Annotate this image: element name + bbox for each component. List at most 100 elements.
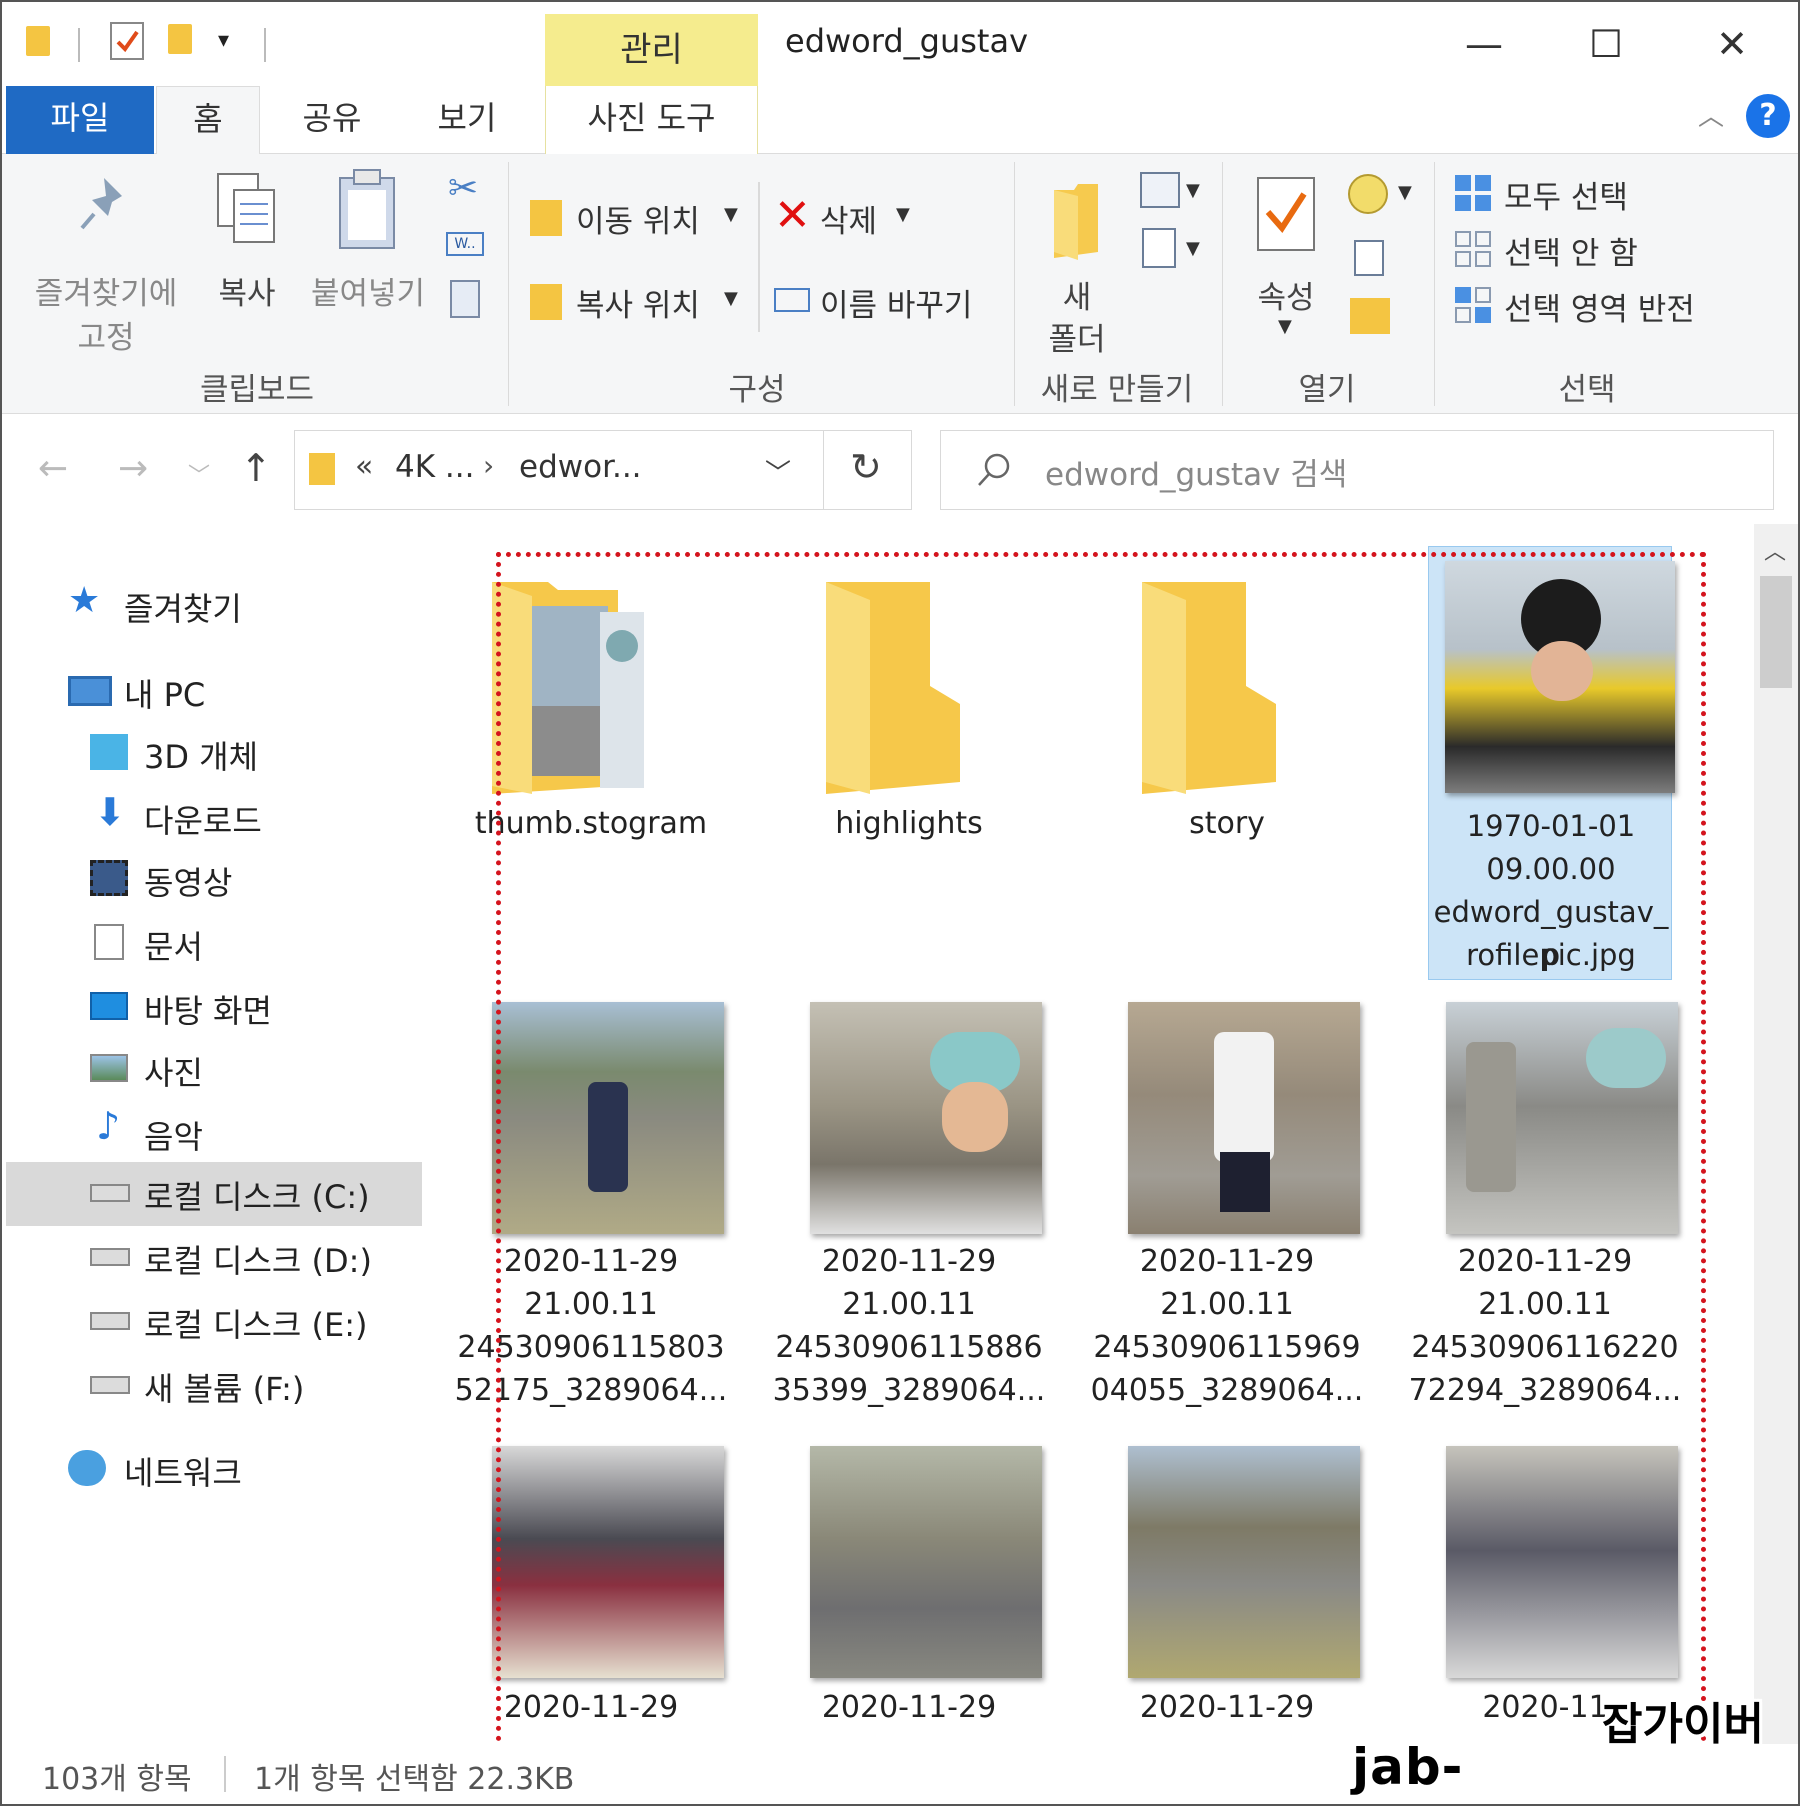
- nav-local-disk-c[interactable]: 로컬 디스크 (C:): [6, 1162, 422, 1226]
- group-separator: [1014, 162, 1015, 406]
- window-title: edword_gustav: [785, 22, 1029, 60]
- move-to-button[interactable]: 이동 위치 ▼: [528, 194, 748, 240]
- breadcrumb-overflow[interactable]: «: [355, 449, 373, 484]
- dropdown-arrow-icon[interactable]: ▼: [1398, 182, 1412, 203]
- edit-icon[interactable]: [1354, 240, 1384, 276]
- paste-shortcut-icon[interactable]: [450, 280, 480, 318]
- file-name-line4: rofilepic.jpg: [1466, 938, 1636, 972]
- back-arrow-icon[interactable]: ←: [38, 448, 68, 489]
- cyclist-shape: [588, 1082, 628, 1192]
- recent-locations-chevron-icon[interactable]: ﹀: [188, 458, 210, 490]
- customize-toolbar-chevron-icon[interactable]: ▾: [218, 28, 229, 53]
- vertical-scrollbar[interactable]: ︿: [1754, 524, 1798, 1744]
- file-name-line3: 24530906115886: [775, 1330, 1043, 1365]
- properties-checkmark-icon[interactable]: [110, 22, 144, 60]
- image-file-item[interactable]: 2020-11-29: [1068, 1446, 1386, 1744]
- open-icon[interactable]: [1348, 174, 1388, 214]
- photo-thumbnail: [810, 1446, 1042, 1678]
- maximize-button[interactable]: ☐: [1576, 14, 1636, 74]
- image-file-item[interactable]: 2020-11-29 21.00.11 24530906115886 35399…: [750, 1002, 1068, 1422]
- image-file-item[interactable]: 2020-11-29 21.00.11 24530906116220 72294…: [1386, 1002, 1704, 1422]
- select-none-button[interactable]: 선택 안 함: [1452, 224, 1752, 272]
- separator: [78, 28, 80, 62]
- tab-file[interactable]: 파일: [6, 86, 154, 154]
- scroll-thumb[interactable]: [1760, 576, 1792, 688]
- image-file-item[interactable]: 2020-11-29 21.00.11 24530906115969 04055…: [1068, 1002, 1386, 1422]
- new-item-icon[interactable]: [1140, 172, 1180, 208]
- file-name-line2: 09.00.00: [1486, 852, 1616, 886]
- selection-info: 1개 항목 선택함 22.3KB: [254, 1762, 575, 1797]
- nav-network[interactable]: 네트워크: [68, 1438, 488, 1500]
- refresh-button[interactable]: ↻: [824, 430, 912, 510]
- paste-button[interactable]: 붙여넣기: [298, 166, 438, 316]
- folder-item[interactable]: thumb.stogram: [432, 524, 750, 874]
- scroll-up-arrow-icon[interactable]: ︿: [1764, 534, 1786, 566]
- file-name-line1: 2020-11-29: [821, 1244, 997, 1279]
- new-folder-icon: [1054, 184, 1098, 260]
- copy-to-button[interactable]: 복사 위치 ▼: [528, 278, 748, 324]
- address-bar[interactable]: « 4K ... › edwor... ﹀: [294, 430, 824, 510]
- breadcrumb-4k[interactable]: 4K ...: [395, 449, 474, 485]
- breadcrumb-edword[interactable]: edwor...: [519, 449, 642, 485]
- new-group-label: 새로 만들기: [1040, 372, 1194, 408]
- up-arrow-icon[interactable]: ↑: [240, 446, 272, 490]
- manage-context-tab[interactable]: 관리: [545, 14, 758, 86]
- dropdown-arrow-icon[interactable]: ▼: [1186, 238, 1200, 259]
- image-file-item[interactable]: 2020-11-29: [750, 1446, 1068, 1744]
- rename-button[interactable]: 이름 바꾸기: [772, 278, 992, 324]
- pictures-icon: [90, 1054, 128, 1082]
- properties-button[interactable]: 속성 ▼: [1236, 166, 1336, 346]
- new-folder-icon[interactable]: [168, 24, 192, 54]
- folder-icon: [1142, 582, 1276, 794]
- group-separator: [1434, 162, 1435, 406]
- folder-item[interactable]: highlights: [750, 524, 1068, 874]
- search-box[interactable]: edword_gustav 검색: [940, 430, 1774, 510]
- cut-scissors-icon[interactable]: ✂: [448, 168, 478, 209]
- file-name-line3: 24530906115969: [1093, 1330, 1361, 1365]
- folder-name: highlights: [835, 806, 983, 841]
- organize-group-label: 구성: [728, 372, 786, 408]
- select-all-button[interactable]: 모두 선택: [1452, 168, 1752, 216]
- invert-selection-button[interactable]: 선택 영역 반전: [1452, 280, 1752, 328]
- image-file-item[interactable]: 2020-11-29: [432, 1446, 750, 1744]
- tab-picture-tools[interactable]: 사진 도구: [545, 86, 758, 154]
- folder-item[interactable]: story: [1068, 524, 1386, 874]
- close-button[interactable]: ✕: [1702, 14, 1762, 74]
- tab-share[interactable]: 공유: [282, 86, 382, 154]
- dropdown-arrow-icon[interactable]: ▼: [1186, 180, 1200, 201]
- drive-icon: [90, 1184, 130, 1202]
- nav-music-label: 음악: [144, 1118, 203, 1156]
- selected-file-item[interactable]: 1970-01-01 09.00.00 edword_gustav_p rofi…: [1428, 546, 1675, 980]
- copy-button[interactable]: 복사: [202, 166, 292, 316]
- face-shape: [1531, 641, 1593, 701]
- nav-disk-c-label: 로컬 디스크 (C:): [144, 1178, 370, 1216]
- tab-view[interactable]: 보기: [412, 86, 522, 154]
- pin-to-quick-access-button[interactable]: 즐겨찾기에 고정: [22, 166, 190, 356]
- copy-path-icon[interactable]: W..: [446, 232, 484, 256]
- file-view: thumb.stogram highlights story 1970-01-0…: [432, 524, 1752, 1744]
- file-name-line1: 2020-11-29: [1139, 1690, 1315, 1725]
- easy-access-icon[interactable]: [1142, 228, 1176, 268]
- address-history-chevron-icon[interactable]: ﹀: [765, 453, 791, 490]
- helmet-shape: [1586, 1028, 1666, 1088]
- properties-label: 속성: [1257, 280, 1315, 316]
- forward-arrow-icon[interactable]: →: [118, 448, 148, 489]
- folder-icon: [309, 453, 335, 485]
- star-icon: ★: [68, 580, 101, 621]
- image-file-item[interactable]: 2020-11-29 21.00.11 24530906115803 52175…: [432, 1002, 750, 1422]
- help-icon[interactable]: ?: [1746, 94, 1790, 138]
- tab-home[interactable]: 홈: [156, 86, 260, 155]
- new-folder-line1: 새: [1062, 280, 1092, 316]
- collapse-ribbon-chevron-icon[interactable]: ︿: [1698, 96, 1724, 133]
- music-note-icon: ♪: [96, 1104, 121, 1148]
- photo-thumbnail: [1128, 1446, 1360, 1678]
- nav-this-pc[interactable]: 내 PC: [68, 660, 488, 722]
- minimize-button[interactable]: —: [1454, 14, 1514, 74]
- nav-desktop-label: 바탕 화면: [144, 992, 272, 1030]
- new-folder-button[interactable]: 새 폴더: [1032, 166, 1122, 358]
- history-icon[interactable]: [1350, 298, 1390, 334]
- delete-button[interactable]: ✕ 삭제 ▼: [772, 190, 922, 241]
- nav-favorites[interactable]: ★ 즐겨찾기: [68, 574, 488, 636]
- title-bar: ▾ 관리 edword_gustav — ☐ ✕: [2, 2, 1798, 86]
- photo-thumbnail: [810, 1002, 1042, 1234]
